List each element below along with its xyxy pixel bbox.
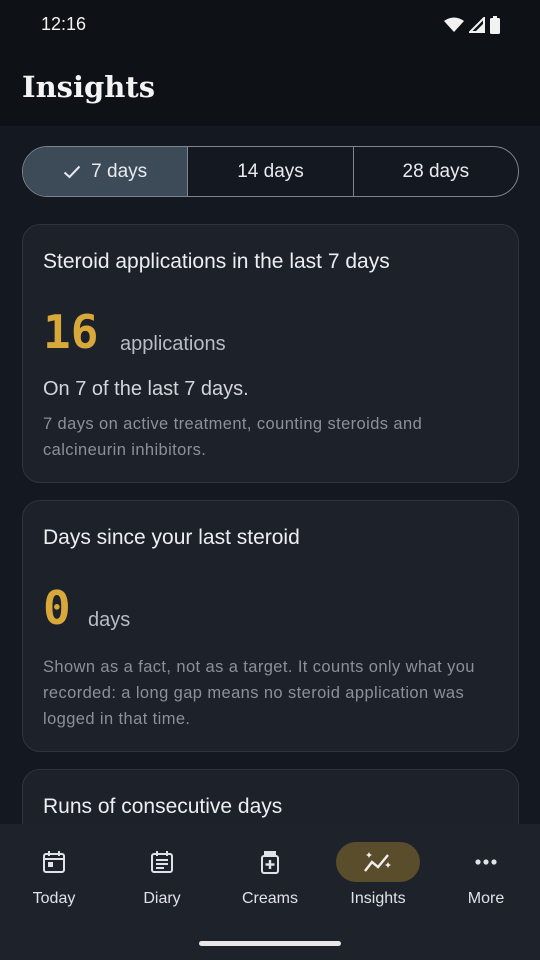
- wifi-icon: [444, 17, 464, 32]
- nav-label: Today: [32, 890, 76, 907]
- card-title: Days since your last steroid: [43, 526, 300, 549]
- status-icons: [444, 16, 500, 34]
- range-option-label: 14 days: [237, 160, 304, 182]
- nav-label: Creams: [241, 890, 298, 907]
- home-indicator[interactable]: [199, 941, 341, 946]
- range-option-label: 7 days: [91, 160, 148, 182]
- range-option-14-days[interactable]: 14 days: [187, 147, 352, 196]
- consecutive-runs-card: Runs of consecutive days: [22, 769, 519, 824]
- applications-card: Steroid applications in the last 7 days …: [22, 224, 519, 483]
- nav-icon-container: [12, 842, 96, 882]
- applications-unit: applications: [120, 333, 226, 355]
- check-icon: [64, 165, 81, 178]
- days-since-description: Shown as a fact, not as a target. It cou…: [43, 658, 475, 728]
- applications-subtitle: On 7 of the last 7 days.: [43, 378, 249, 400]
- nav-item-creams[interactable]: Creams: [216, 842, 324, 922]
- calendar-icon: [43, 851, 65, 873]
- applications-count: 16: [43, 305, 99, 359]
- cell-signal-icon: [469, 17, 485, 33]
- range-selector: 7 days 14 days 28 days: [22, 146, 519, 197]
- range-option-28-days[interactable]: 28 days: [352, 147, 518, 196]
- applications-description: 7 days on active treatment, counting ste…: [43, 415, 423, 459]
- nav-label: Insights: [350, 890, 406, 907]
- insights-chart-icon: [364, 852, 391, 872]
- card-title: Runs of consecutive days: [43, 795, 283, 818]
- days-since-count: 0: [43, 581, 71, 635]
- nav-icon-container: [444, 842, 528, 882]
- bottom-nav: Today Diary Creams Insights More: [0, 824, 540, 960]
- days-since-card: Days since your last steroid 0 days Show…: [22, 500, 519, 752]
- page-title: Insights: [22, 70, 156, 104]
- nav-item-today[interactable]: Today: [0, 842, 108, 922]
- more-dots-icon: [475, 859, 497, 865]
- insights-content[interactable]: 7 days 14 days 28 days Steroid applicati…: [0, 126, 540, 824]
- nav-icon-container: [336, 842, 420, 882]
- range-option-label: 28 days: [402, 160, 470, 182]
- days-since-unit: days: [88, 609, 131, 631]
- nav-icon-container: [228, 842, 312, 882]
- cream-jar-icon: [261, 851, 279, 874]
- nav-item-diary[interactable]: Diary: [108, 842, 216, 922]
- status-time: 12:16: [41, 14, 87, 34]
- status-bar: 12:16: [0, 0, 540, 52]
- card-title: Steroid applications in the last 7 days: [43, 250, 390, 273]
- nav-icon-container: [120, 842, 204, 882]
- nav-label: More: [467, 890, 505, 907]
- app-header: Insights: [0, 52, 540, 126]
- diary-icon: [151, 851, 173, 873]
- nav-item-insights[interactable]: Insights: [324, 842, 432, 922]
- range-option-7-days[interactable]: 7 days: [23, 147, 188, 196]
- nav-item-more[interactable]: More: [432, 842, 540, 922]
- nav-label: Diary: [143, 890, 181, 907]
- battery-icon: [490, 16, 500, 34]
- insights-screen: 12:16 Insights 7 days 14 days 28 days St…: [0, 0, 540, 960]
